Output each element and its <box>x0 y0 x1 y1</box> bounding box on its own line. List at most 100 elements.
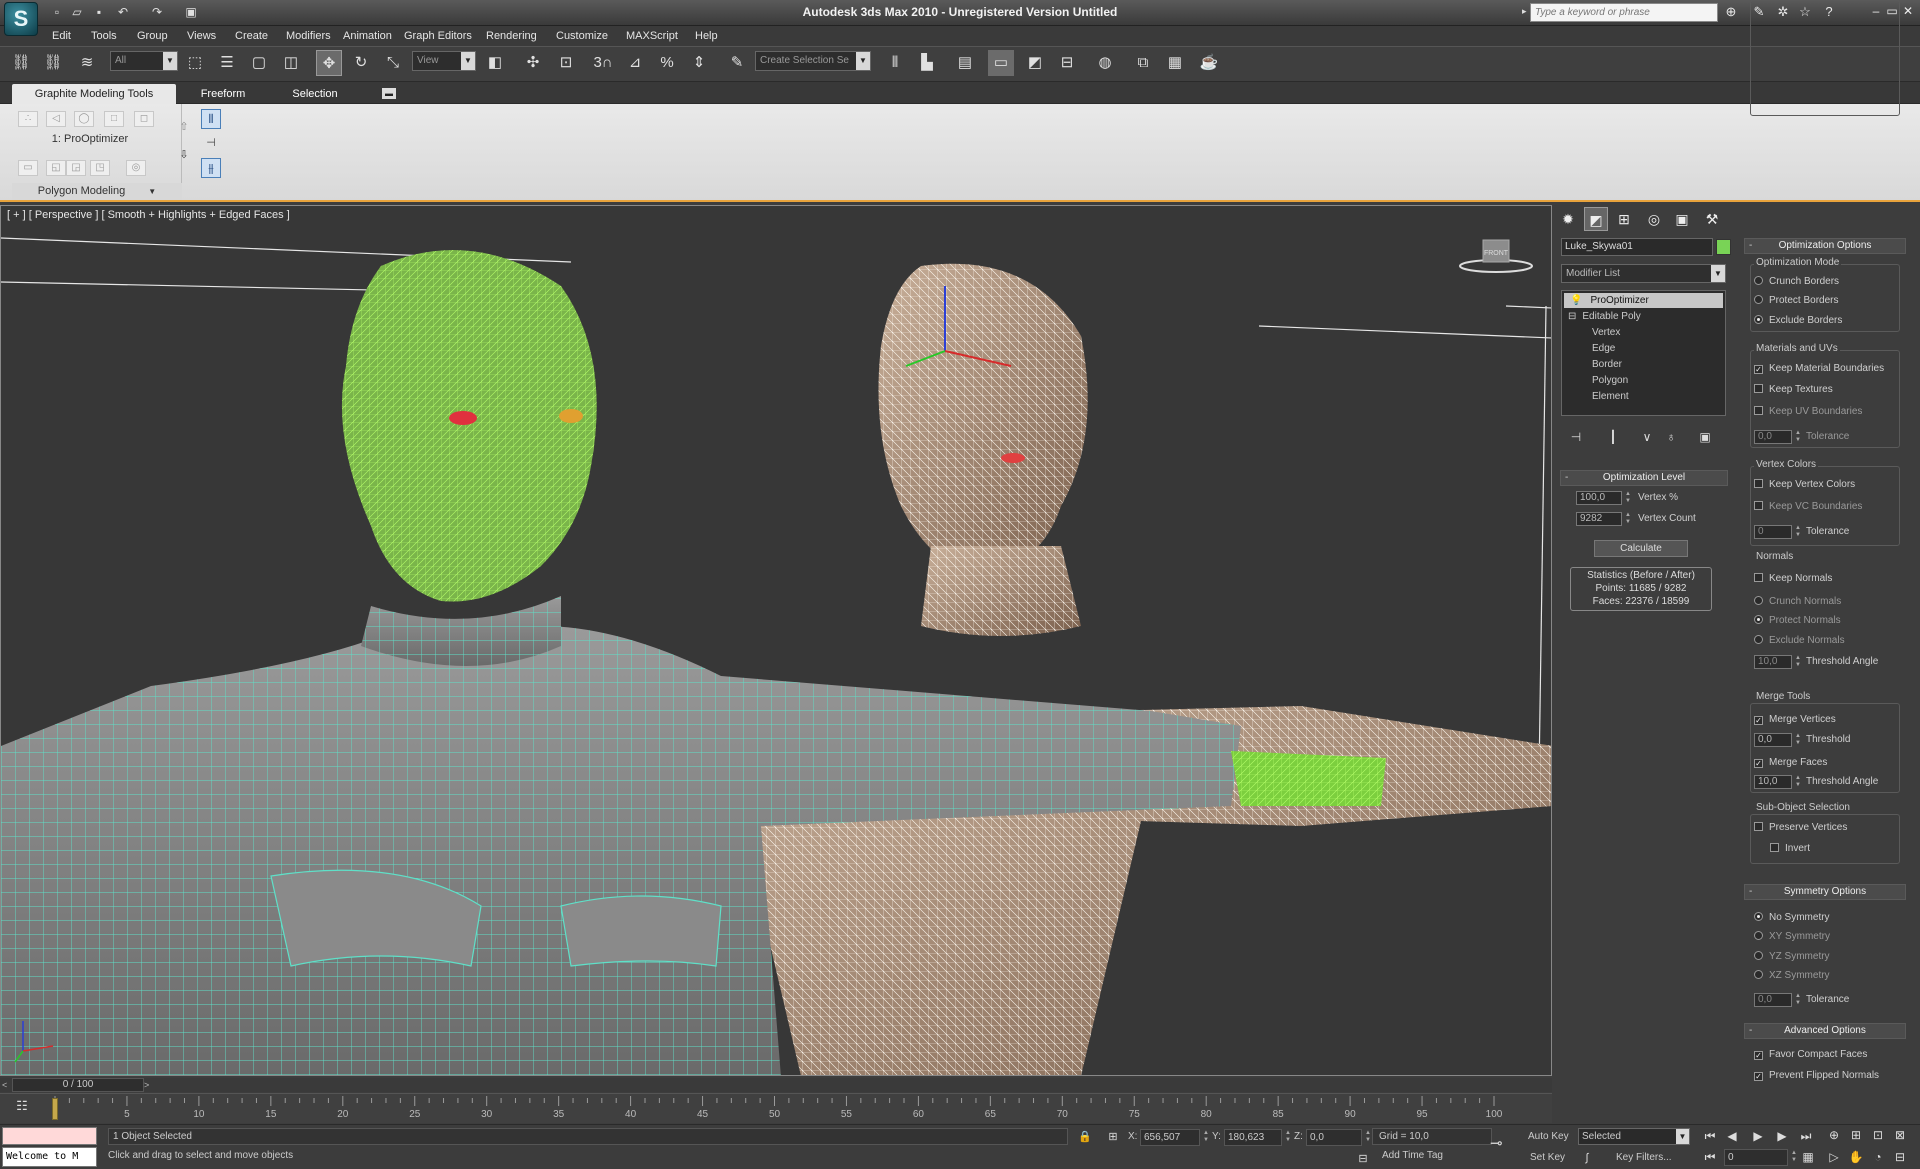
display-panel-icon[interactable]: ▣ <box>1670 207 1694 231</box>
perspective-viewport[interactable]: FRONT [ + ] [ Perspective ] [ Smooth + H… <box>0 205 1552 1076</box>
ribbon-tool-icon[interactable]: ◲ <box>66 160 86 176</box>
bind-to-space-warp-icon[interactable]: ≋ <box>74 50 100 76</box>
optimization-options-rollout-header[interactable]: - Optimization Options <box>1744 238 1906 254</box>
modifier-list-dropdown[interactable]: Modifier List ▼ <box>1561 264 1726 283</box>
jedi-character-model[interactable] <box>1 250 1386 1076</box>
menu-animation[interactable]: Animation <box>343 26 392 46</box>
keep-normals-checkbox[interactable]: Keep Normals <box>1754 572 1832 586</box>
ribbon-tool-icon[interactable]: ◎ <box>126 160 146 176</box>
menu-edit[interactable]: Edit <box>52 26 71 46</box>
go-to-start-icon[interactable]: ⏮ <box>1700 1127 1720 1145</box>
ribbon-minimize-icon[interactable]: ▬ <box>382 88 396 99</box>
normals-threshold-spinner[interactable]: 10,0 <box>1754 655 1792 669</box>
motion-panel-icon[interactable]: ◎ <box>1642 207 1666 231</box>
mirror-icon[interactable]: ⫴ <box>882 50 908 76</box>
lightbulb-icon[interactable]: 💡 <box>1570 295 1582 306</box>
configure-modifier-sets-icon[interactable]: ▣ <box>1694 428 1716 446</box>
border-subobject-icon[interactable]: ◯ <box>74 111 94 127</box>
reference-coordinate-dropdown[interactable]: View ▼ <box>412 51 476 71</box>
y-coordinate-field[interactable]: 180,623 <box>1224 1129 1282 1146</box>
menu-graph-editors[interactable]: Graph Editors <box>404 26 472 46</box>
favor-compact-faces-checkbox[interactable]: ✓ Favor Compact Faces <box>1754 1048 1867 1062</box>
menu-create[interactable]: Create <box>235 26 268 46</box>
align-icon[interactable]: ▙ <box>914 50 940 76</box>
field-of-view-icon[interactable]: ▷ <box>1824 1148 1844 1166</box>
ribbon-tool-icon[interactable]: ◱ <box>46 160 66 176</box>
go-to-end-icon[interactable]: ⏭ <box>1796 1127 1816 1145</box>
ribbon-tool-icon[interactable]: ◳ <box>90 160 110 176</box>
spinner-arrows-icon[interactable]: ▲ ▼ <box>1794 430 1802 444</box>
selection-lock-icon[interactable]: 🔒 <box>1076 1128 1094 1146</box>
time-tag-icon[interactable]: ⊟ <box>1354 1150 1372 1168</box>
stack-item-border[interactable]: Border <box>1592 357 1622 372</box>
time-slider[interactable]: 0 / 100 <box>12 1078 144 1092</box>
time-configuration-icon[interactable]: ▦ <box>1798 1148 1818 1166</box>
stack-item-edge[interactable]: Edge <box>1592 341 1615 356</box>
select-and-scale-icon[interactable]: ⤡ <box>380 50 406 76</box>
select-and-rotate-icon[interactable]: ↻ <box>348 50 374 76</box>
material-editor-icon[interactable]: ◍ <box>1092 50 1118 76</box>
select-object-icon[interactable]: ⬚ <box>182 50 208 76</box>
zoom-icon[interactable]: ⊕ <box>1824 1126 1844 1144</box>
hierarchy-panel-icon[interactable]: ⊞ <box>1612 207 1636 231</box>
xy-symmetry-radio[interactable]: XY Symmetry <box>1754 930 1830 944</box>
spinner-arrows-icon[interactable]: ▲ ▼ <box>1794 733 1802 747</box>
curve-editor-icon[interactable]: ◩ <box>1022 50 1048 76</box>
edit-named-selection-sets-icon[interactable]: ✎ <box>724 50 750 76</box>
invert-checkbox[interactable]: Invert <box>1770 842 1810 856</box>
mini-curve-editor-icon[interactable]: ☷ <box>10 1098 34 1118</box>
stack-item-editable-poly[interactable]: ⊟ Editable Poly <box>1564 309 1641 324</box>
spinner-arrows-icon[interactable]: ▲ ▼ <box>1790 1150 1798 1164</box>
graphite-modeling-tools-icon[interactable]: ▭ <box>988 50 1014 76</box>
merge-vertices-checkbox[interactable]: ✓ Merge Vertices <box>1754 713 1836 727</box>
menu-help[interactable]: Help <box>695 26 718 46</box>
unlink-selection-icon[interactable]: ⛓ <box>40 50 66 76</box>
merge-threshold-spinner[interactable]: 0,0 <box>1754 733 1792 747</box>
element-subobject-icon[interactable]: ◻ <box>134 111 154 127</box>
menu-modifiers[interactable]: Modifiers <box>286 26 331 46</box>
keep-uv-boundaries-checkbox[interactable]: Keep UV Boundaries <box>1754 405 1862 419</box>
stack-item-element[interactable]: Element <box>1592 389 1629 404</box>
protect-borders-radio[interactable]: Protect Borders <box>1754 294 1838 308</box>
selection-filter-dropdown[interactable]: All ▼ <box>110 51 178 71</box>
use-pivot-point-icon[interactable]: ◧ <box>482 50 508 76</box>
maxscript-listener-input[interactable] <box>2 1127 97 1145</box>
maximize-viewport-icon[interactable]: ⊟ <box>1890 1148 1910 1166</box>
skin-character-model[interactable] <box>701 263 1552 1076</box>
key-mode-toggle-icon[interactable]: ⏮ <box>1700 1148 1720 1166</box>
play-icon[interactable]: ▶ <box>1748 1127 1768 1145</box>
edge-subobject-icon[interactable]: ◁ <box>46 111 66 127</box>
crunch-normals-radio[interactable]: Crunch Normals <box>1754 595 1841 609</box>
time-slider-next-icon[interactable]: > <box>144 1078 154 1092</box>
spinner-arrows-icon[interactable]: ▲ ▼ <box>1364 1130 1372 1144</box>
protect-normals-radio[interactable]: Protect Normals <box>1754 614 1841 628</box>
x-coordinate-field[interactable]: 656,507 <box>1140 1129 1200 1146</box>
auto-key-button[interactable]: Auto Key <box>1528 1131 1569 1142</box>
ribbon-tool-icon[interactable]: ▭ <box>18 160 38 176</box>
advanced-options-rollout-header[interactable]: - Advanced Options <box>1744 1023 1906 1039</box>
application-menu-button[interactable]: S <box>4 2 38 36</box>
vc-tolerance-spinner[interactable]: 0 <box>1754 525 1792 539</box>
uv-tolerance-spinner[interactable]: 0,0 <box>1754 430 1792 444</box>
spinner-snap-toggle-icon[interactable]: ⇕ <box>686 50 712 76</box>
vertex-count-spinner[interactable]: 9282 <box>1576 512 1622 526</box>
optimization-level-rollout-header[interactable]: - Optimization Level <box>1560 470 1728 486</box>
spinner-arrows-icon[interactable]: ▲ ▼ <box>1624 491 1632 505</box>
orbit-icon[interactable]: ◔ <box>1868 1148 1888 1166</box>
key-filters-button[interactable]: Key Filters... <box>1616 1152 1672 1163</box>
keyboard-shortcut-override-icon[interactable]: ⊡ <box>553 50 579 76</box>
make-unique-icon[interactable]: ∨ <box>1636 428 1658 446</box>
schematic-view-icon[interactable]: ⊟ <box>1054 50 1080 76</box>
previous-frame-icon[interactable]: ◀ <box>1722 1127 1742 1145</box>
keep-textures-checkbox[interactable]: Keep Textures <box>1754 383 1833 397</box>
add-time-tag-button[interactable]: Add Time Tag <box>1372 1150 1443 1161</box>
calculate-button[interactable]: Calculate <box>1594 540 1688 557</box>
render-setup-icon[interactable]: ⧉ <box>1130 50 1156 76</box>
select-and-move-icon[interactable]: ✥ <box>316 50 342 76</box>
collapse-icon[interactable]: ⊟ <box>1568 311 1576 322</box>
collapse-stack-icon[interactable]: ⇩ <box>176 148 192 164</box>
zoom-all-icon[interactable]: ⊞ <box>1846 1126 1866 1144</box>
spinner-arrows-icon[interactable]: ▲ ▼ <box>1794 993 1802 1007</box>
viewport-label-menu[interactable]: [ + ] [ Perspective ] [ Smooth + Highlig… <box>7 209 290 221</box>
set-key-button[interactable]: Set Key <box>1530 1152 1565 1163</box>
